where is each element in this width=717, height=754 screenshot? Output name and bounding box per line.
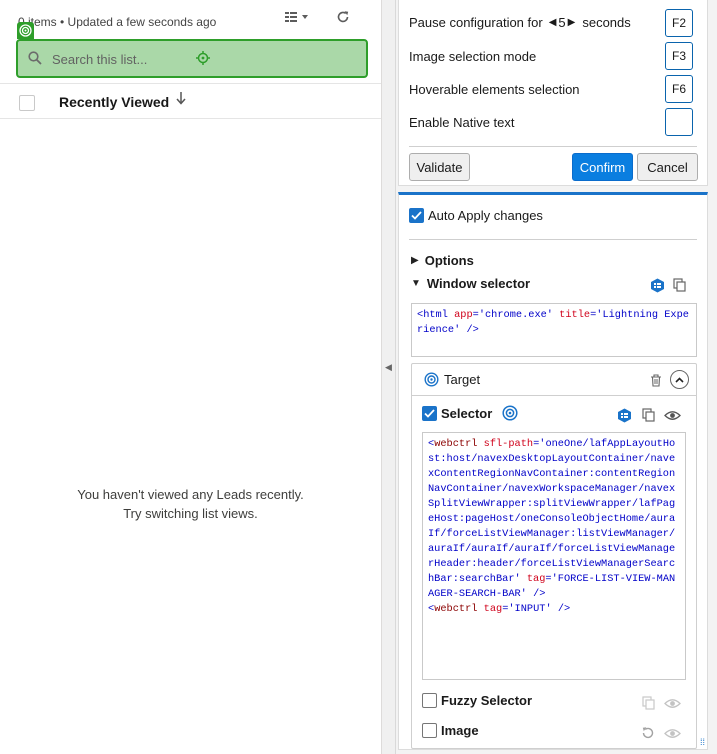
ws-attr-app: app xyxy=(454,309,473,321)
sel-tag-1: webctrl xyxy=(434,438,478,450)
panel-splitter[interactable]: ◀ xyxy=(382,0,396,754)
target-label: Target xyxy=(444,372,481,387)
selection-config-box: Pause configuration for ◀ 5 ▶ seconds F2… xyxy=(398,0,708,186)
search-icon xyxy=(28,50,46,68)
selector-label: Selector xyxy=(441,405,493,421)
sort-arrow-down-icon[interactable] xyxy=(176,91,186,109)
auto-apply-row[interactable]: Auto Apply changes xyxy=(409,208,543,223)
table-view-icon xyxy=(285,12,308,22)
preview-eye-icon[interactable] xyxy=(663,407,681,423)
list-column-header: Recently Viewed xyxy=(0,83,381,119)
list-toolbar xyxy=(283,8,357,26)
cancel-button[interactable]: Cancel xyxy=(637,153,698,181)
sel-value-tag-2: 'INPUT' xyxy=(508,603,552,615)
list-meta-text: 0 items • Updated a few seconds ago xyxy=(18,15,217,29)
empty-state-line-2: Try switching list views. xyxy=(123,506,258,521)
options-section-toggle[interactable]: ▶ Options xyxy=(411,253,474,268)
preview-eye-icon[interactable] xyxy=(663,695,681,711)
window-selector-label: Window selector xyxy=(426,276,531,291)
sel-attr-sflpath: sfl-path xyxy=(483,438,534,450)
native-text-label: Enable Native text xyxy=(409,115,515,130)
auto-apply-divider xyxy=(409,239,697,240)
image-label: Image xyxy=(441,723,479,738)
copy-icon[interactable] xyxy=(671,277,687,293)
expand-down-icon: ▼ xyxy=(411,278,421,289)
refresh-icon xyxy=(337,11,349,23)
selector-row[interactable]: Selector xyxy=(422,405,518,421)
empty-state-message: You haven't viewed any Leads recently. T… xyxy=(0,485,381,523)
collapse-left-icon[interactable]: ◀ xyxy=(385,362,392,373)
ws-attr-title: title xyxy=(559,309,591,321)
target-icon xyxy=(424,372,439,387)
target-header: Target xyxy=(424,372,480,387)
preview-eye-icon[interactable] xyxy=(663,725,681,741)
sel-tag-2: webctrl xyxy=(434,603,478,615)
target-icon xyxy=(19,24,32,37)
target-card: Target Selector <webctrl sfl-path='oneOn… xyxy=(411,363,697,749)
refresh-icon[interactable] xyxy=(640,725,656,741)
pause-decrease-icon[interactable]: ◀ xyxy=(549,17,557,28)
resize-grip-icon[interactable]: ⁞⁞ xyxy=(700,737,705,747)
search-input[interactable] xyxy=(52,51,182,67)
selector-tool-panel: Pause configuration for ◀ 5 ▶ seconds F2… xyxy=(396,0,717,754)
pause-config-row: Pause configuration for ◀ 5 ▶ seconds xyxy=(409,15,631,30)
search-field[interactable] xyxy=(28,48,354,70)
column-title[interactable]: Recently Viewed xyxy=(59,94,169,110)
window-selector-code[interactable]: <html app='chrome.exe' title='Lightning … xyxy=(411,303,697,357)
pause-hotkey-box[interactable]: F2 xyxy=(665,9,693,37)
window-selector-toggle[interactable]: ▼ Window selector xyxy=(411,276,530,291)
search-highlight-box xyxy=(16,39,368,78)
auto-apply-label: Auto Apply changes xyxy=(428,208,543,223)
collapse-up-icon[interactable] xyxy=(670,370,689,389)
copy-icon[interactable] xyxy=(640,695,656,711)
sel-attr-tag: tag xyxy=(526,573,546,585)
config-divider xyxy=(409,146,697,147)
target-marker-badge xyxy=(17,22,34,39)
fuzzy-selector-label: Fuzzy Selector xyxy=(441,693,533,708)
pause-increase-icon[interactable]: ▶ xyxy=(568,17,576,28)
selector-editor-box: Auto Apply changes ▶ Options ▼ Window se… xyxy=(398,192,708,750)
image-checkbox[interactable] xyxy=(422,723,437,738)
options-label: Options xyxy=(424,253,474,268)
expand-right-icon: ▶ xyxy=(411,255,419,266)
pause-label: Pause configuration for xyxy=(409,15,543,30)
sel-value-sflpath: 'oneOne/lafAppLayoutHost:host/navexDeskt… xyxy=(428,438,676,585)
fuzzy-selector-checkbox[interactable] xyxy=(422,693,437,708)
image-mode-label: Image selection mode xyxy=(409,49,537,64)
hoverable-label: Hoverable elements selection xyxy=(409,82,580,97)
select-all-checkbox[interactable] xyxy=(19,95,35,111)
confirm-button[interactable]: Confirm xyxy=(572,153,633,181)
crosshair-icon xyxy=(196,51,210,68)
native-text-hotkey-box[interactable] xyxy=(665,108,693,136)
image-mode-hotkey-box[interactable]: F3 xyxy=(665,42,693,70)
hoverable-hotkey-box[interactable]: F6 xyxy=(665,75,693,103)
pause-unit: seconds xyxy=(582,15,631,30)
auto-apply-checkbox[interactable] xyxy=(409,208,424,223)
sel-attr-tag-2: tag xyxy=(483,603,503,615)
fuzzy-selector-row[interactable]: Fuzzy Selector xyxy=(422,693,532,708)
empty-state-line-1: You haven't viewed any Leads recently. xyxy=(77,487,304,502)
edit-attributes-icon[interactable] xyxy=(616,407,632,423)
pause-value[interactable]: 5 xyxy=(558,15,565,30)
ws-value-app: 'chrome.exe' xyxy=(478,309,553,321)
selector-checkbox[interactable] xyxy=(422,405,437,421)
target-divider xyxy=(412,395,696,396)
ws-tag: html xyxy=(423,309,448,321)
image-row[interactable]: Image xyxy=(422,723,479,738)
delete-icon[interactable] xyxy=(648,372,664,388)
target-icon xyxy=(502,405,518,421)
refresh-button[interactable] xyxy=(329,8,357,26)
validate-button[interactable]: Validate xyxy=(409,153,470,181)
display-as-button[interactable] xyxy=(283,8,311,26)
selector-code[interactable]: <webctrl sfl-path='oneOne/lafAppLayoutHo… xyxy=(422,432,686,680)
list-view-panel: 0 items • Updated a few seconds ago Sear… xyxy=(0,0,382,754)
copy-icon[interactable] xyxy=(640,407,656,423)
edit-attributes-icon[interactable] xyxy=(649,277,665,293)
